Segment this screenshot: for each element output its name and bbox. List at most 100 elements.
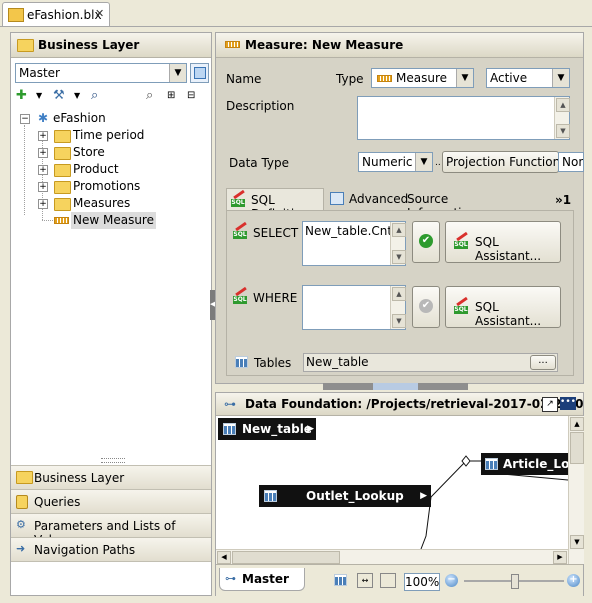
projection-function-button[interactable]: Projection Function: .. (442, 151, 559, 173)
tree-folder[interactable]: + Promotions (34, 178, 204, 195)
close-icon[interactable]: ✕ (95, 7, 104, 20)
check-icon: ✔ (419, 299, 433, 313)
tree-folder[interactable]: + Store (34, 144, 204, 161)
zoom-input[interactable]: 100% (404, 573, 440, 591)
scroll-right-icon[interactable]: ▶ (553, 551, 567, 564)
external-link-icon[interactable]: ↗ (542, 397, 558, 412)
data-type-select[interactable]: Numeric ▼ (358, 152, 433, 172)
table-icon (235, 356, 248, 368)
scroll-left-icon[interactable]: ◀ (217, 551, 231, 564)
sql-icon: SQL (233, 221, 249, 239)
nav-navigation-paths[interactable]: ➜ Navigation Paths (11, 537, 211, 562)
folder-icon (54, 164, 71, 177)
tree-folder[interactable]: + Time period (34, 127, 204, 144)
chevron-down-icon[interactable]: ▼ (552, 69, 569, 87)
fit-width-icon[interactable]: ↔ (357, 573, 373, 588)
scroll-down-icon[interactable]: ▼ (392, 314, 406, 328)
more-icon[interactable]: ••• (560, 397, 576, 410)
chevron-down-icon[interactable]: ▼ (169, 64, 186, 82)
scroll-down-icon[interactable]: ▼ (556, 124, 570, 138)
tree-folder[interactable]: + Measures (34, 195, 204, 212)
type-label: Type (336, 72, 364, 86)
tree-folder[interactable]: + Product (34, 161, 204, 178)
table-new-table[interactable]: New_table ▶ (218, 418, 316, 440)
scroll-thumb[interactable] (232, 551, 340, 564)
search-icon[interactable]: ⌕ (146, 89, 153, 103)
scroll-up-icon[interactable]: ▲ (392, 287, 406, 301)
sql-assistant-where-button[interactable]: SQL SQL Assistant... (445, 286, 561, 328)
scroll-down-icon[interactable]: ▼ (570, 535, 584, 549)
table-view-icon[interactable] (334, 574, 347, 586)
resize-grip[interactable] (101, 458, 125, 463)
scroll-up-icon[interactable]: ▲ (570, 417, 584, 431)
zoom-in-icon[interactable]: + (567, 574, 580, 587)
scrollbar[interactable]: ▲ ▼ (390, 286, 406, 329)
where-textarea[interactable]: ▲ ▼ (302, 285, 406, 330)
description-textarea[interactable]: ▲ ▼ (357, 96, 570, 140)
select-textarea[interactable]: New_table.Cnt ▲ ▼ (302, 221, 406, 266)
scroll-down-icon[interactable]: ▼ (392, 250, 406, 264)
add-icon[interactable]: ✚ (16, 89, 27, 103)
table-outlet-lookup[interactable]: Outlet_Lookup ▶ (259, 485, 431, 507)
add-dropdown-icon[interactable]: ▼ (36, 89, 42, 103)
zoom-out-icon[interactable]: − (445, 574, 458, 587)
measure-editor-header: Measure: New Measure (216, 33, 583, 58)
splitter-handle[interactable] (323, 383, 468, 390)
filter-view-button[interactable] (190, 63, 209, 83)
expand-icon[interactable]: + (38, 148, 48, 158)
tools-icon[interactable]: ⚒ (53, 89, 65, 103)
view-selector[interactable]: Master ▼ (15, 63, 187, 83)
data-foundation-icon: ⊶ (224, 397, 236, 411)
tab-source-information[interactable]: Source Information (405, 188, 505, 220)
sql-assistant-select-button[interactable]: SQL SQL Assistant... (445, 221, 561, 263)
advanced-icon (330, 192, 344, 205)
expand-icon[interactable]: + (38, 182, 48, 192)
canvas-horizontal-scrollbar[interactable]: ◀ ▶ (216, 549, 568, 564)
chevron-down-icon[interactable]: ▼ (456, 69, 473, 87)
binoculars-icon[interactable]: ⌕ (91, 89, 98, 103)
tab-master[interactable]: ⊶ Master (219, 568, 305, 591)
nav-queries[interactable]: Queries (11, 489, 211, 513)
data-type-value: Numeric (362, 155, 413, 169)
table-article-lookup[interactable]: Article_Loo (481, 453, 568, 475)
business-layer-panel: Business Layer Master ▼ ✚ ▼ ⚒ ▼ ⌕ ⌕ ⊞ ⊟ … (10, 32, 212, 596)
scroll-up-icon[interactable]: ▲ (392, 223, 406, 237)
view-selector-value: Master (19, 66, 60, 80)
tree-item-new-measure[interactable]: New Measure (54, 212, 204, 229)
expand-icon[interactable]: + (38, 199, 48, 209)
tab-efashion-blx[interactable]: eFashion.blx ✕ (2, 2, 110, 26)
canvas-vertical-scrollbar[interactable]: ▲ ▼ (568, 416, 584, 564)
folder-icon (54, 198, 71, 211)
chevron-down-icon[interactable]: ▼ (415, 153, 432, 171)
tree-guide (24, 125, 25, 215)
check-icon: ✔ (419, 234, 433, 248)
zoom-slider[interactable] (464, 574, 564, 589)
tabs-overflow-button[interactable]: »1 (555, 193, 571, 207)
nav-business-layer[interactable]: Business Layer (11, 465, 211, 489)
tools-dropdown-icon[interactable]: ▼ (74, 89, 80, 103)
browse-label: ... (538, 355, 548, 366)
type-select[interactable]: Measure ▼ (371, 68, 474, 88)
tables-browse-button[interactable]: ... (530, 355, 556, 370)
table-name: Article_Loo (503, 457, 568, 471)
state-select[interactable]: Active ▼ (486, 68, 570, 88)
collapse-all-icon[interactable]: ⊟ (187, 89, 195, 103)
projection-function-select[interactable]: None (558, 152, 584, 172)
expand-icon[interactable]: + (38, 165, 48, 175)
expand-icon[interactable]: + (38, 131, 48, 141)
validate-select-button[interactable]: ✔ (412, 221, 440, 263)
expand-all-icon[interactable]: ⊞ (167, 89, 175, 103)
scrollbar[interactable]: ▲ ▼ (554, 97, 570, 139)
zoom-slider-thumb[interactable] (511, 574, 519, 589)
splitter-center[interactable] (373, 383, 418, 390)
tab-sql-definition[interactable]: SQL SQL Definition (226, 188, 324, 221)
validate-where-button[interactable]: ✔ (412, 286, 440, 328)
scroll-thumb[interactable] (570, 432, 584, 464)
fit-page-icon[interactable] (380, 573, 396, 588)
collapse-icon[interactable]: − (20, 114, 30, 124)
tab-advanced[interactable]: Advanced (328, 188, 408, 210)
scroll-up-icon[interactable]: ▲ (556, 98, 570, 112)
data-foundation-canvas[interactable]: New_table ▶ Article_Loo Outlet_Lookup ▶ (216, 416, 568, 549)
nav-parameters[interactable]: ⚙ Parameters and Lists of Values (11, 513, 211, 547)
scrollbar[interactable]: ▲ ▼ (390, 222, 406, 265)
